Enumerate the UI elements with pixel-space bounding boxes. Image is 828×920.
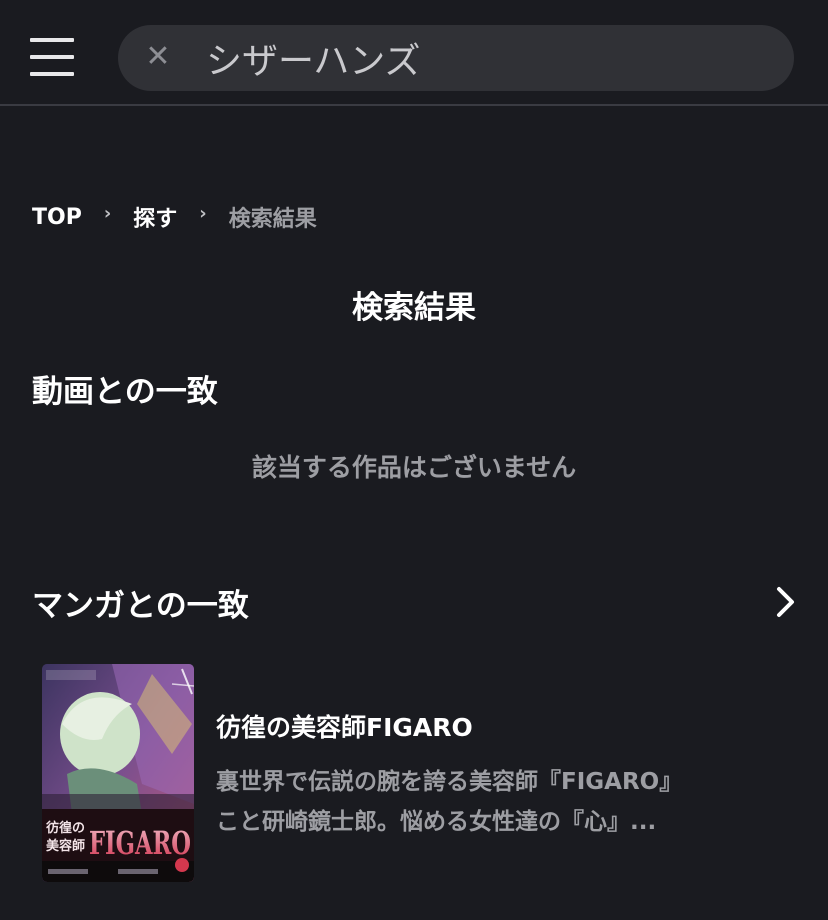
manga-result-item[interactable]: 彷徨の 美容師 FIGARO 彷徨の美容師FIGARO 裏世界で伝説の腕を誇る美…: [42, 664, 802, 884]
chevron-right-icon[interactable]: [770, 582, 800, 622]
breadcrumb-current: 検索結果: [228, 207, 317, 232]
svg-text:彷徨の: 彷徨の: [46, 820, 85, 836]
manga-description-line: 裏世界で伝説の腕を誇る美容師『FIGARO』: [216, 769, 683, 795]
breadcrumb: TOP › 探す › 検索結果: [32, 200, 317, 234]
close-icon[interactable]: ✕: [144, 40, 172, 74]
manga-section-title: マンガとの一致: [32, 588, 249, 624]
search-input[interactable]: [206, 33, 766, 83]
page-title: 検索結果: [352, 290, 476, 326]
chevron-right-icon: ›: [199, 202, 207, 224]
manga-description-line: こと研崎鏡士郎。悩める女性達の『心』...: [216, 809, 657, 835]
manga-cover-image: 彷徨の 美容師 FIGARO: [42, 664, 194, 882]
svg-text:美容師: 美容師: [46, 838, 85, 854]
cover-logo-text: FIGARO: [89, 824, 191, 862]
search-bar: ✕: [118, 25, 794, 91]
app-header: ✕: [0, 0, 828, 106]
empty-results-message: 該当する作品はございません: [251, 453, 577, 482]
hamburger-menu-icon[interactable]: [30, 38, 76, 78]
chevron-right-icon: ›: [103, 202, 112, 224]
video-section-title: 動画との一致: [32, 374, 218, 410]
breadcrumb-search[interactable]: 探す: [133, 201, 177, 233]
manga-description: 裏世界で伝説の腕を誇る美容師『FIGARO』 こと研崎鏡士郎。悩める女性達の『心…: [216, 762, 776, 842]
breadcrumb-top[interactable]: TOP: [32, 205, 82, 230]
manga-title[interactable]: 彷徨の美容師FIGARO: [216, 708, 473, 744]
